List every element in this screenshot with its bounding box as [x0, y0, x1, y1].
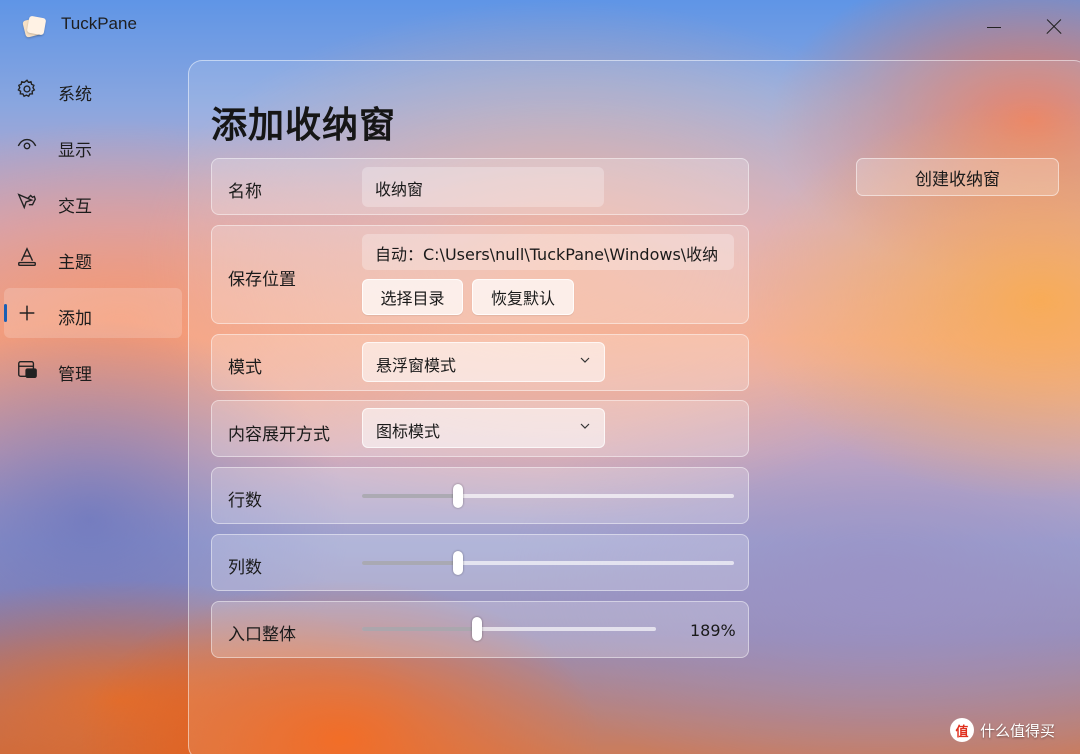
- sidebar-item-label: 系统: [58, 85, 92, 105]
- columns-setting-card: 列数: [211, 534, 749, 591]
- sidebar-item-display[interactable]: 显示: [4, 120, 182, 170]
- sidebar-item-label: 主题: [58, 253, 92, 273]
- app-title: TuckPane: [61, 14, 137, 33]
- mode-setting-card: 模式 悬浮窗模式: [211, 334, 749, 391]
- expand-mode-dropdown-value: 图标模式: [376, 422, 441, 441]
- entry-scale-label: 入口整体: [228, 625, 296, 645]
- name-setting-card: 名称 收纳窗: [211, 158, 749, 215]
- sidebar-item-label: 交互: [58, 197, 92, 217]
- rows-label: 行数: [228, 491, 262, 511]
- rows-slider-fill: [362, 494, 458, 498]
- eye-icon: [17, 138, 37, 150]
- theme-icon: [18, 247, 36, 266]
- restore-default-button[interactable]: 恢复默认: [472, 279, 574, 315]
- watermark: 值 什么值得买: [950, 716, 1055, 744]
- title-bar: TuckPane: [0, 0, 1080, 52]
- sidebar-nav: 系统 显示 交互 主题 添加 管理: [0, 64, 186, 400]
- name-input[interactable]: 收纳窗: [362, 167, 604, 207]
- columns-label: 列数: [228, 558, 262, 578]
- expand-mode-label: 内容展开方式: [228, 425, 330, 445]
- save-path-field[interactable]: 自动：C:\Users\null\TuckPane\Windows\收纳: [362, 234, 734, 270]
- mode-dropdown-value: 悬浮窗模式: [376, 356, 457, 375]
- plus-icon: [19, 305, 35, 321]
- save-location-label: 保存位置: [228, 270, 296, 290]
- sidebar-item-theme[interactable]: 主题: [4, 232, 182, 282]
- name-label: 名称: [228, 182, 262, 202]
- sidebar-item-label: 显示: [58, 141, 92, 161]
- close-button[interactable]: [1034, 10, 1074, 42]
- page-title: 添加收纳窗: [211, 105, 397, 146]
- entry-scale-slider-fill: [362, 627, 477, 631]
- sidebar-item-add[interactable]: 添加: [4, 288, 182, 338]
- expand-mode-dropdown[interactable]: 图标模式: [362, 408, 605, 448]
- manage-icon: [18, 360, 37, 378]
- watermark-text: 什么值得买: [980, 721, 1056, 740]
- sidebar-item-system[interactable]: 系统: [4, 64, 182, 114]
- mode-dropdown[interactable]: 悬浮窗模式: [362, 342, 605, 382]
- entry-scale-value: 189%: [690, 621, 736, 640]
- sidebar-item-label: 管理: [58, 365, 92, 385]
- expand-mode-card: 内容展开方式 图标模式: [211, 400, 749, 457]
- entry-scale-slider-thumb[interactable]: [471, 617, 482, 641]
- save-location-card: 保存位置 自动：C:\Users\null\TuckPane\Windows\收…: [211, 225, 749, 324]
- chevron-down-icon: [580, 357, 590, 363]
- sidebar-item-manage[interactable]: 管理: [4, 344, 182, 394]
- entry-scale-slider[interactable]: [362, 617, 656, 641]
- gear-icon: [17, 79, 36, 98]
- rows-setting-card: 行数: [211, 467, 749, 524]
- minimize-button[interactable]: [974, 10, 1014, 42]
- sidebar-item-interaction[interactable]: 交互: [4, 176, 182, 226]
- rows-slider[interactable]: [362, 484, 734, 508]
- columns-slider-fill: [362, 561, 458, 565]
- entry-scale-card: 入口整体 189%: [211, 601, 749, 658]
- chevron-down-icon: [580, 423, 590, 429]
- mode-label: 模式: [228, 358, 262, 378]
- rows-slider-thumb[interactable]: [452, 484, 463, 508]
- app-logo-icon: [22, 14, 47, 38]
- pointer-hand-icon: [17, 193, 36, 210]
- columns-slider-thumb[interactable]: [452, 551, 463, 575]
- create-tuckpane-button[interactable]: 创建收纳窗: [856, 158, 1059, 196]
- sidebar-item-label: 添加: [58, 309, 92, 329]
- choose-directory-button[interactable]: 选择目录: [362, 279, 463, 315]
- columns-slider[interactable]: [362, 551, 734, 575]
- watermark-logo-icon: 值: [950, 718, 974, 742]
